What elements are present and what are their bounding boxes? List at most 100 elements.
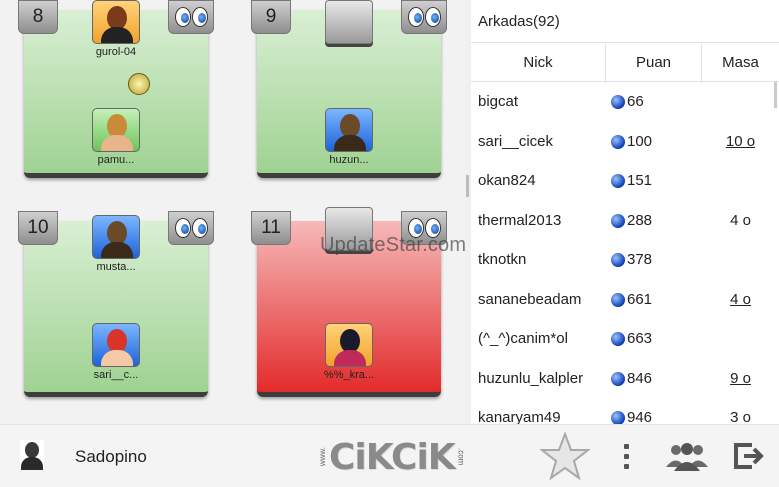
table-number: 8 xyxy=(18,0,58,34)
watch-button[interactable] xyxy=(168,211,214,245)
table-number: 10 xyxy=(18,211,58,245)
friend-table: 3 o xyxy=(730,409,751,424)
eye-icon xyxy=(174,218,191,238)
friend-row[interactable]: kanaryam49 946 3 o xyxy=(471,398,779,424)
friend-nick: sananebeadam xyxy=(478,290,582,308)
friend-nick: kanaryam49 xyxy=(478,409,561,424)
friends-panel: Arkadas(92) Nick Puan Masa bigcat 66 sari_… xyxy=(471,0,779,424)
scrollbar[interactable] xyxy=(466,175,469,197)
friends-list: bigcat 66 sari__cicek 100 10 o okan824 151 ther… xyxy=(471,82,779,424)
friend-nick: okan824 xyxy=(478,172,536,189)
blue-avatar xyxy=(325,108,373,152)
friends-icon xyxy=(666,443,708,471)
logo-suffix: .com xyxy=(456,448,466,466)
scrollbar[interactable] xyxy=(774,82,777,108)
friend-score: 66 xyxy=(627,93,644,110)
watch-button[interactable] xyxy=(401,0,447,34)
player-name: pamu... xyxy=(97,154,135,166)
friends-title: Arkadas(92) xyxy=(478,13,560,30)
table-number: 11 xyxy=(251,211,291,245)
orange-avatar xyxy=(325,323,373,367)
player-name: %%_kra... xyxy=(323,369,375,381)
score-dot-icon xyxy=(611,174,625,188)
friend-nick: tknotkn xyxy=(478,251,527,268)
orange-avatar xyxy=(92,0,140,44)
column-header-nick[interactable]: Nick xyxy=(471,43,606,83)
friend-row[interactable]: bigcat 66 xyxy=(471,82,779,122)
eye-icon xyxy=(174,7,191,27)
table-10[interactable]: 10 musta... sari__c... xyxy=(18,211,214,397)
seat-top[interactable]: gurol-04 xyxy=(81,0,151,58)
friend-row[interactable]: okan824 151 xyxy=(471,161,779,201)
player-name: musta... xyxy=(96,261,136,273)
ball-icon xyxy=(128,73,150,95)
player-name: huzun... xyxy=(329,154,369,166)
friend-nick: bigcat xyxy=(478,93,519,110)
friend-nick: thermal2013 xyxy=(478,211,562,229)
friend-row[interactable]: tknotkn 378 xyxy=(471,240,779,280)
seat-bottom[interactable]: huzun... xyxy=(314,108,384,166)
user-name: Sadopino xyxy=(75,447,147,466)
column-header-puan[interactable]: Puan xyxy=(606,43,702,83)
table-8[interactable]: 8 gurol-04 pamu... xyxy=(18,0,214,178)
logo-prefix: www. xyxy=(318,447,327,467)
friend-score: 663 xyxy=(627,330,653,347)
column-header-masa[interactable]: Masa xyxy=(702,43,779,83)
friend-table[interactable]: 10 o xyxy=(702,133,779,150)
eye-icon xyxy=(191,218,208,238)
seat-bottom[interactable]: pamu... xyxy=(81,108,151,166)
friend-score: 946 xyxy=(627,409,653,424)
green-avatar xyxy=(92,108,140,152)
tables-area: 8 gurol-04 pamu... 9 huzun... 10 musta..… xyxy=(0,0,466,424)
friend-table[interactable]: 4 o xyxy=(702,291,779,308)
watch-button[interactable] xyxy=(168,0,214,34)
friend-nick: sari__cicek xyxy=(478,132,554,150)
score-dot-icon xyxy=(611,411,625,424)
friend-row[interactable]: huzunlu_kalpler 846 9 o xyxy=(471,359,779,399)
friend-table: 4 o xyxy=(730,211,751,229)
friend-score: 288 xyxy=(627,211,653,229)
watermark: UpdateStar.com xyxy=(320,234,466,256)
exit-button[interactable] xyxy=(728,433,768,479)
score-dot-icon xyxy=(611,253,625,267)
friends-button[interactable] xyxy=(664,433,710,479)
avatar[interactable] xyxy=(20,440,44,470)
empty-seat-button[interactable] xyxy=(325,0,373,44)
friend-row[interactable]: thermal2013 288 4 o xyxy=(471,201,779,241)
friend-row[interactable]: sananebeadam 661 4 o xyxy=(471,280,779,320)
friend-table[interactable]: 9 o xyxy=(702,370,779,387)
eye-icon xyxy=(191,7,208,27)
score-dot-icon xyxy=(611,213,625,228)
more-button[interactable] xyxy=(612,433,640,479)
score-dot-icon xyxy=(611,332,625,346)
logo-text: CiKCiK xyxy=(329,436,456,478)
friends-table-header: Nick Puan Masa xyxy=(471,42,779,83)
score-dot-icon xyxy=(611,134,625,149)
friend-nick: (^_^)canim*ol xyxy=(478,330,568,347)
friend-row[interactable]: sari__cicek 100 10 o xyxy=(471,122,779,162)
bottom-bar: Sadopino www. CiKCiK .com xyxy=(0,424,779,487)
friend-score: 378 xyxy=(627,251,653,268)
blue-avatar xyxy=(92,215,140,259)
star-icon xyxy=(540,432,590,480)
exit-icon xyxy=(734,443,764,469)
blue-avatar xyxy=(92,323,140,367)
favorite-button[interactable] xyxy=(537,432,593,480)
table-9[interactable]: 9 huzun... xyxy=(251,0,447,178)
friend-row[interactable]: (^_^)canim*ol 663 xyxy=(471,319,779,359)
friend-score: 661 xyxy=(627,290,653,308)
score-dot-icon xyxy=(611,95,625,109)
player-name: sari__c... xyxy=(93,369,139,381)
friend-nick: huzunlu_kalpler xyxy=(478,369,584,387)
seat-bottom[interactable]: sari__c... xyxy=(81,323,151,381)
seat-bottom[interactable]: %%_kra... xyxy=(314,323,384,381)
score-dot-icon xyxy=(611,371,625,386)
friend-score: 100 xyxy=(627,132,653,150)
seat-top[interactable]: musta... xyxy=(81,215,151,273)
table-number: 9 xyxy=(251,0,291,34)
eye-icon xyxy=(407,7,424,27)
player-name: gurol-04 xyxy=(95,46,137,58)
score-dot-icon xyxy=(611,292,625,307)
friend-score: 151 xyxy=(627,172,653,189)
cikcik-logo: www. CiKCiK .com xyxy=(318,433,466,481)
